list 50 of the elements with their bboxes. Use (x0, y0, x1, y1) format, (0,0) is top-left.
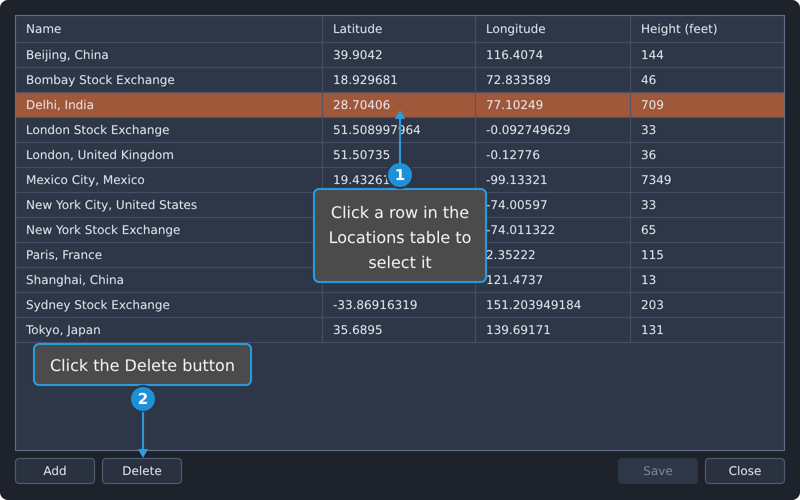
table-cell: Beijing, China (16, 43, 323, 67)
table-cell: -33.86916319 (333, 298, 418, 312)
table-cell: 13 (641, 273, 656, 287)
table-cell: 18.929681 (333, 73, 398, 87)
column-header[interactable]: Height (feet) (631, 16, 784, 42)
table-cell: 51.50735 (333, 148, 390, 162)
table-cell: 77.10249 (486, 98, 544, 112)
table-cell: 151.203949184 (486, 298, 582, 312)
dialog-button[interactable]: Delete (102, 458, 182, 484)
table-cell: 46 (641, 73, 656, 87)
table-cell: Delhi, India (16, 93, 323, 117)
table-cell: 33 (641, 198, 656, 212)
table-cell: 116.4074 (486, 48, 544, 62)
table-cell: 2.35222 (486, 248, 536, 262)
table-cell: 144 (641, 48, 664, 62)
table-cell: -74.00597 (486, 198, 548, 212)
table-row[interactable]: Beijing, China 39.9042 116.4074 144 (16, 43, 784, 68)
table-cell: London Stock Exchange (16, 118, 323, 142)
table-cell: 115 (641, 248, 664, 262)
table-cell: 709 (641, 98, 664, 112)
table-cell: 39.9042 (333, 48, 383, 62)
table-cell: 33 (641, 123, 656, 137)
table-cell: 36 (641, 148, 656, 162)
dialog-button[interactable]: Add (15, 458, 95, 484)
table-cell: Bombay Stock Exchange (16, 68, 323, 92)
table-cell: Sydney Stock Exchange (16, 293, 323, 317)
table-cell: 28.70406 (333, 98, 390, 112)
callout-box: Click the Delete button (33, 343, 252, 386)
table-cell: 35.6895 (333, 323, 383, 337)
table-row[interactable]: Delhi, India 28.70406 77.10249 709 (16, 93, 784, 118)
table-cell: 131 (641, 323, 664, 337)
column-header[interactable]: Latitude (323, 16, 476, 42)
table-cell: -0.092749629 (486, 123, 570, 137)
table-cell: -99.13321 (486, 173, 548, 187)
table-cell: 121.4737 (486, 273, 544, 287)
column-header[interactable]: Name (16, 16, 323, 42)
dialog-button[interactable]: Close (705, 458, 785, 484)
table-cell: 203 (641, 298, 664, 312)
table-cell: 72.833589 (486, 73, 551, 87)
table-cell: London, United Kingdom (16, 143, 323, 167)
table-cell: -74.011322 (486, 223, 556, 237)
pointer-arrow (137, 412, 149, 458)
table-cell: 139.69171 (486, 323, 551, 337)
table-cell: 65 (641, 223, 656, 237)
callout-box: Click a row in the Locations table to select it (313, 188, 487, 283)
column-header[interactable]: Longitude (476, 16, 631, 42)
table-row[interactable]: Sydney Stock Exchange -33.86916319 151.203949184 203 (16, 293, 784, 318)
table-cell: 7349 (641, 173, 672, 187)
table-cell: Tokyo, Japan (16, 318, 323, 342)
table-cell: -0.12776 (486, 148, 540, 162)
